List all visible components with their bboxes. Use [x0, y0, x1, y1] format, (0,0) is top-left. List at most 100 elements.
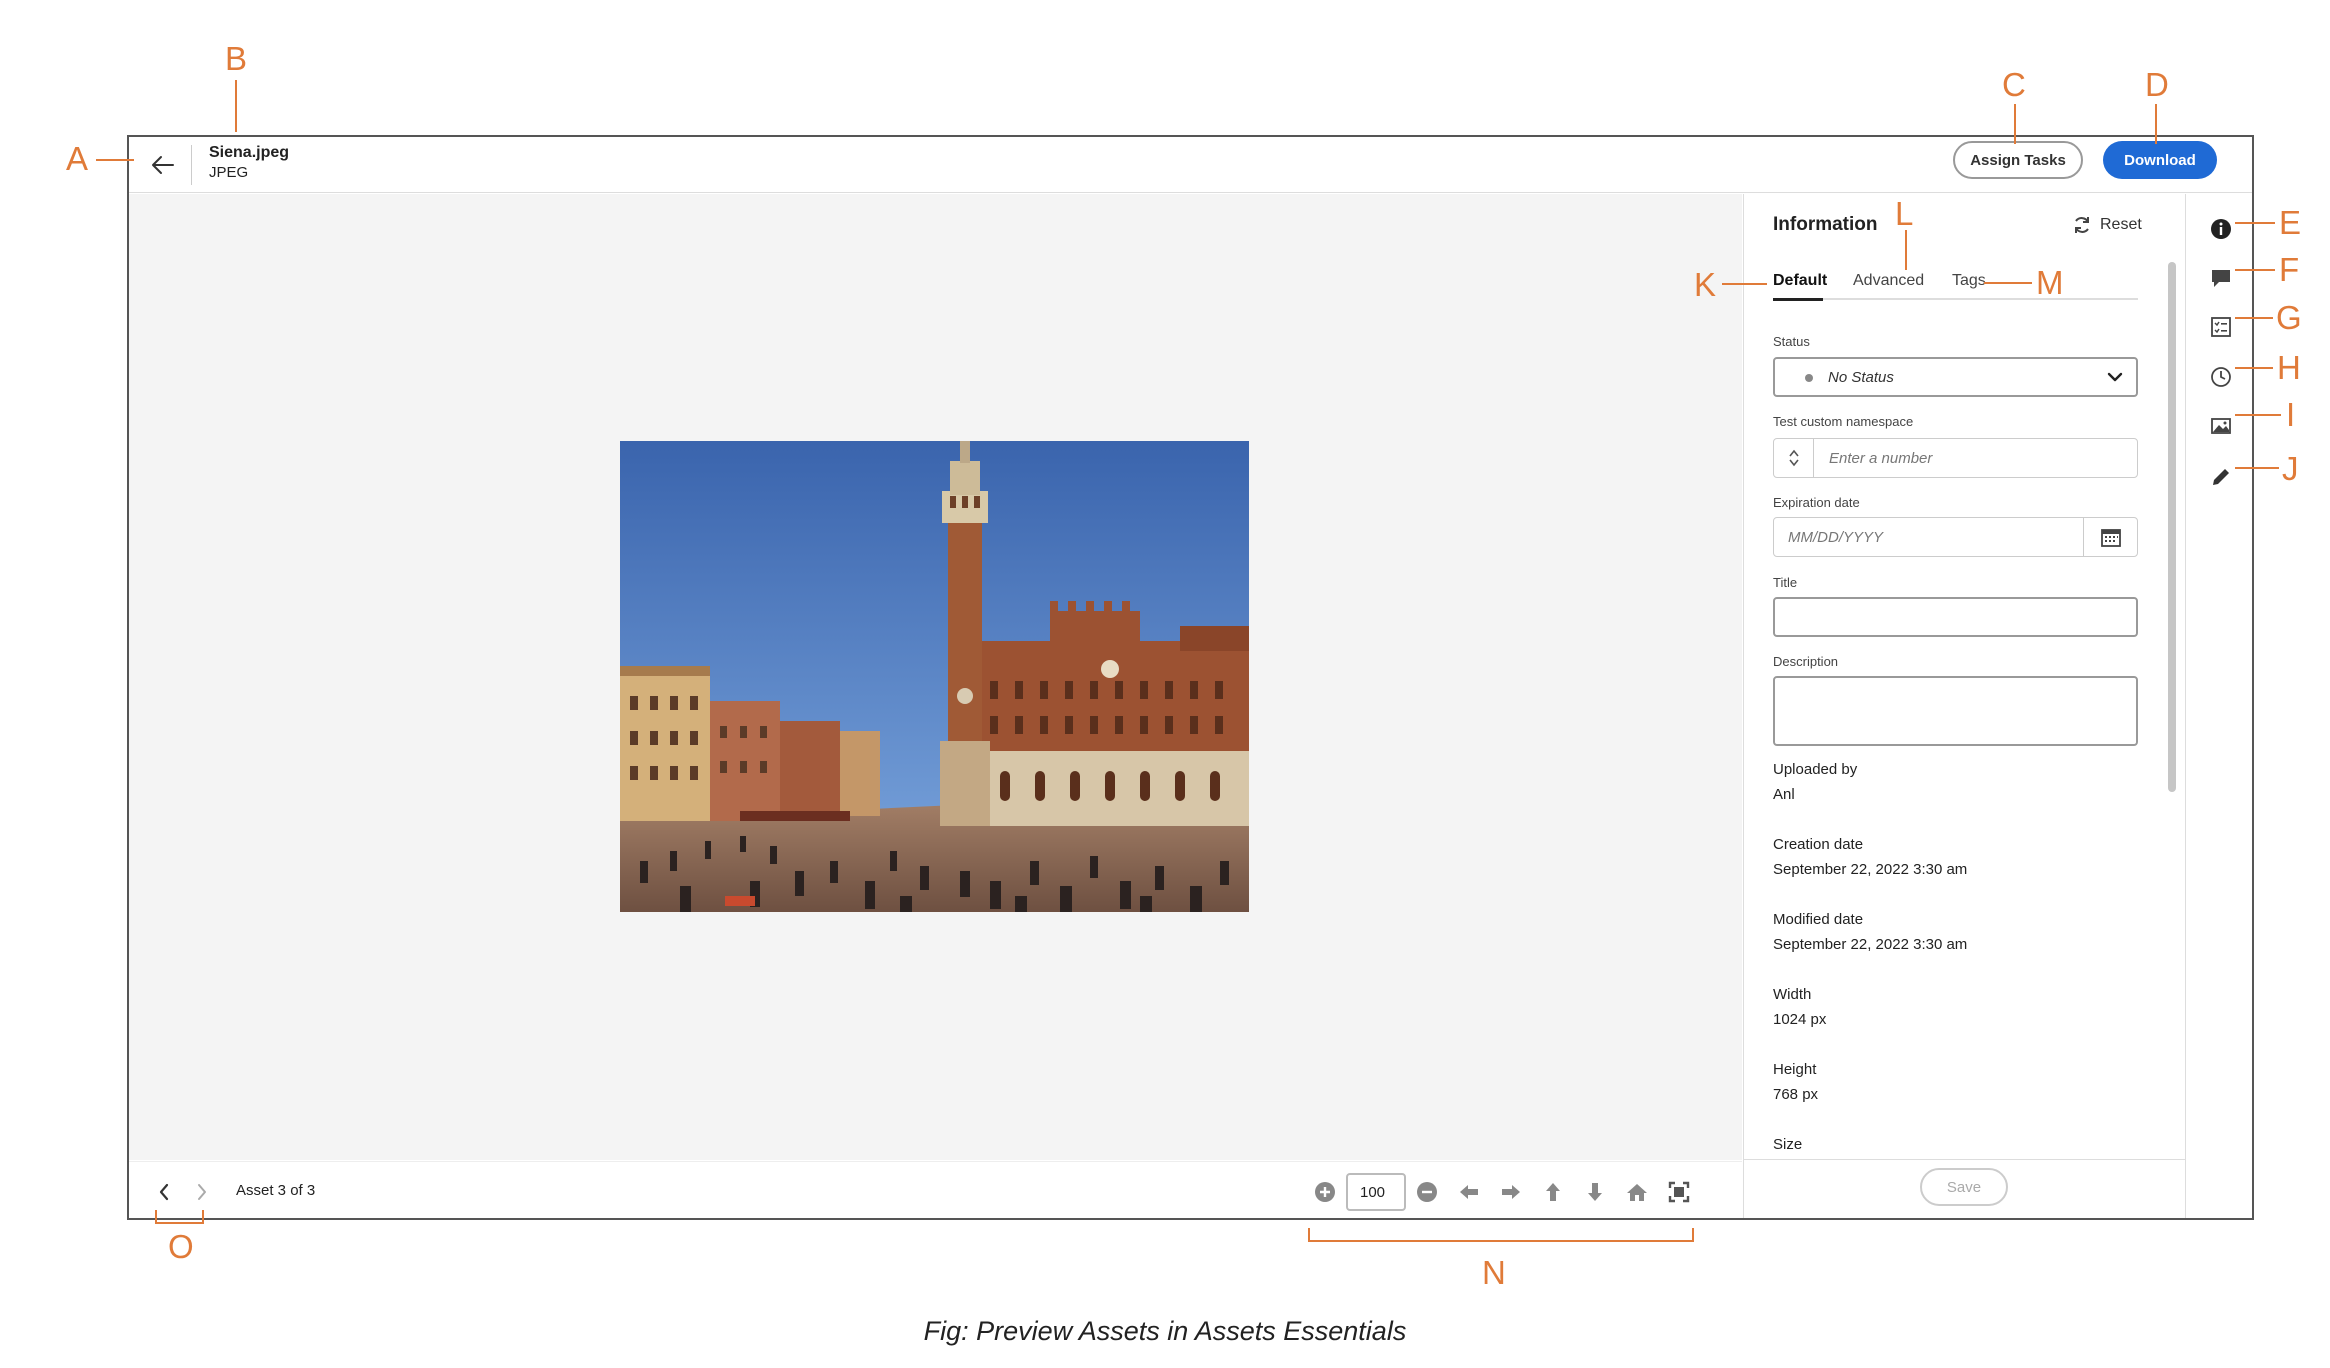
callout-f-line [2235, 269, 2275, 271]
callout-n-bracket [1308, 1240, 1694, 1242]
comment-icon [2212, 270, 2230, 287]
callout-c-line [2014, 104, 2016, 144]
expiration-date-input[interactable] [1774, 518, 2084, 556]
zoom-out-button[interactable] [1406, 1172, 1448, 1212]
information-panel: Information Reset Default Advanced Tags … [1743, 194, 2185, 1218]
pan-left-button[interactable] [1448, 1172, 1490, 1212]
callout-o-bracket-right [202, 1210, 204, 1224]
tab-advanced[interactable]: Advanced [1853, 272, 1924, 290]
download-button[interactable]: Download [2103, 141, 2217, 179]
stepper-arrows[interactable] [1774, 439, 1814, 477]
chevron-left-icon [159, 1183, 169, 1201]
tab-tags[interactable]: Tags [1952, 272, 1986, 290]
size-label: Size [1773, 1136, 1803, 1153]
refresh-icon [2075, 217, 2089, 233]
callout-a-line [96, 159, 134, 161]
tasks-rail-button[interactable] [2206, 312, 2236, 342]
save-button[interactable]: Save [1920, 1168, 2008, 1206]
zoom-toolbar [1304, 1172, 1700, 1212]
tasks-icon [2211, 317, 2231, 337]
callout-l-line [1905, 230, 1907, 270]
width-label: Width [1773, 986, 1812, 1003]
file-type: JPEG [209, 164, 249, 181]
pan-up-button[interactable] [1532, 1172, 1574, 1212]
expiration-date-field [1773, 517, 2138, 557]
panel-title: Information [1773, 214, 1878, 235]
width-value: 1024 px [1773, 1011, 1827, 1028]
history-icon [2211, 367, 2231, 387]
zoom-in-icon [1315, 1182, 1335, 1202]
history-rail-button[interactable] [2206, 362, 2236, 392]
preview-canvas[interactable] [129, 194, 1742, 1160]
namespace-label: Test custom namespace [1773, 414, 1914, 429]
active-tab-indicator [1773, 298, 1823, 301]
previous-asset-button[interactable] [153, 1180, 175, 1204]
uploaded-by-value: Anl [1773, 786, 1795, 803]
pan-right-button[interactable] [1490, 1172, 1532, 1212]
callout-g: G [2276, 299, 2302, 336]
callout-h-line [2235, 367, 2273, 369]
asset-image [620, 441, 1249, 912]
info-icon [2211, 219, 2231, 239]
callout-l: L [1895, 195, 1914, 232]
height-value: 768 px [1773, 1086, 1819, 1103]
callout-k-line [1722, 283, 1767, 285]
renditions-rail-button[interactable] [2206, 411, 2236, 441]
file-name: Siena.jpeg [209, 144, 290, 161]
calendar-icon [2100, 529, 2121, 547]
zoom-in-button[interactable] [1304, 1172, 1346, 1212]
modified-date-label: Modified date [1773, 911, 1864, 928]
tab-default[interactable]: Default [1773, 272, 1827, 290]
pan-right-icon [1502, 1185, 1520, 1199]
callout-b-line [235, 80, 237, 132]
creation-date-value: September 22, 2022 3:30 am [1773, 861, 1968, 878]
home-icon [1627, 1184, 1647, 1201]
calendar-button[interactable] [2083, 518, 2137, 556]
fit-to-screen-button[interactable] [1658, 1172, 1700, 1212]
status-dropdown[interactable]: No Status [1773, 357, 2138, 397]
comments-rail-button[interactable] [2206, 263, 2236, 293]
pan-down-button[interactable] [1574, 1172, 1616, 1212]
expiration-label: Expiration date [1773, 495, 1860, 510]
reset-button[interactable]: Reset [2072, 212, 2142, 238]
renditions-icon [2211, 418, 2231, 434]
zoom-level-input[interactable] [1346, 1173, 1406, 1211]
title-input[interactable] [1773, 597, 2138, 637]
reset-label: Reset [2100, 216, 2142, 233]
stepper-up-icon [1788, 449, 1799, 457]
namespace-stepper [1773, 438, 2138, 478]
figure-caption: Fig: Preview Assets in Assets Essentials [923, 1316, 1407, 1346]
modified-date-value: September 22, 2022 3:30 am [1773, 936, 1968, 953]
asset-preview-window: Siena.jpeg JPEG Assign Tasks Download As… [127, 135, 2254, 1220]
namespace-number-input[interactable] [1815, 439, 2137, 477]
callout-g-line [2235, 317, 2273, 319]
callout-h: H [2277, 349, 2301, 386]
side-rail [2185, 194, 2252, 1218]
callout-m: M [2036, 264, 2064, 301]
edit-rail-button[interactable] [2206, 462, 2236, 492]
callout-k: K [1694, 266, 1717, 303]
status-label: Status [1773, 334, 1810, 349]
status-dot-icon [1805, 374, 1813, 382]
back-button[interactable] [145, 147, 181, 183]
asset-counter: Asset 3 of 3 [236, 1182, 316, 1199]
description-input[interactable] [1773, 676, 2138, 746]
fit-screen-icon [1668, 1181, 1690, 1203]
title-label: Title [1773, 575, 1798, 590]
callout-d-line [2155, 104, 2157, 144]
stepper-down-icon [1788, 459, 1799, 467]
callout-o: O [168, 1228, 194, 1265]
callout-b: B [225, 40, 248, 77]
callout-j: J [2282, 450, 2299, 487]
creation-date-label: Creation date [1773, 836, 1864, 853]
panel-scrollbar[interactable] [2168, 262, 2176, 792]
zoom-out-icon [1417, 1182, 1437, 1202]
callout-o-bracket [155, 1222, 204, 1224]
info-rail-button[interactable] [2206, 214, 2236, 244]
reset-view-button[interactable] [1616, 1172, 1658, 1212]
edit-icon [2213, 469, 2229, 485]
next-asset-button[interactable] [191, 1180, 213, 1204]
uploaded-by-label: Uploaded by [1773, 761, 1858, 778]
assign-tasks-button[interactable]: Assign Tasks [1953, 141, 2083, 179]
preview-footer: Asset 3 of 3 [129, 1161, 1742, 1218]
